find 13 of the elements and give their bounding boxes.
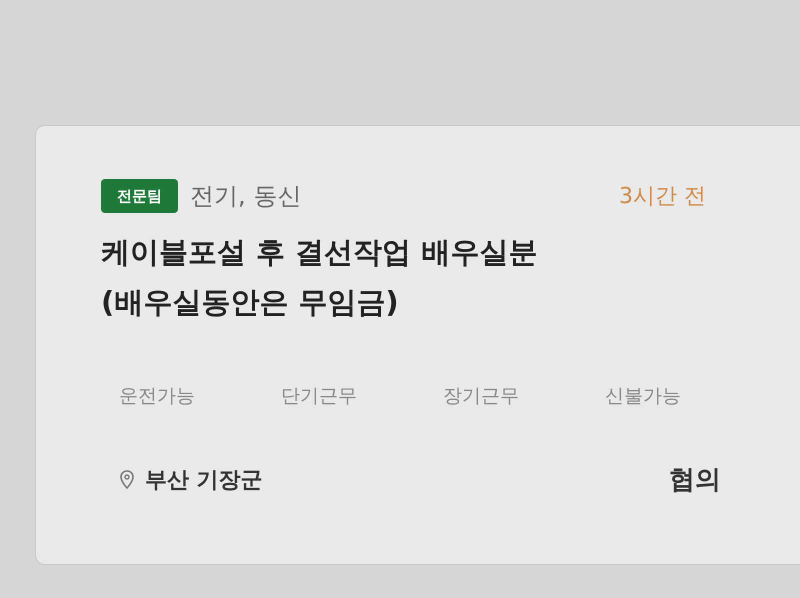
team-badge: 전문팀	[101, 178, 178, 214]
tag-label: 운전가능	[119, 384, 196, 409]
pay-text: 협의	[669, 464, 721, 496]
tag-label: 신불가능	[605, 384, 682, 409]
posted-time: 3시간 전	[619, 182, 706, 210]
job-card[interactable]: 전문팀 전기, 동신 3시간 전 케이블포설 후 결선작업 배우실분 (배우실동안은 무임금) 운전가능 단기근무 장기근무 신불가능 부산 기장군 협의	[35, 125, 800, 565]
location-pin-icon	[119, 470, 135, 490]
tag-label: 장기근무	[443, 384, 520, 409]
tag-label: 단기근무	[281, 384, 358, 409]
job-title: 케이블포설 후 결선작업 배우실분	[101, 234, 538, 271]
location-text: 부산 기장군	[145, 466, 263, 494]
job-title: (배우실동안은 무임금)	[101, 284, 400, 321]
category-text: 전기, 동신	[190, 181, 302, 212]
